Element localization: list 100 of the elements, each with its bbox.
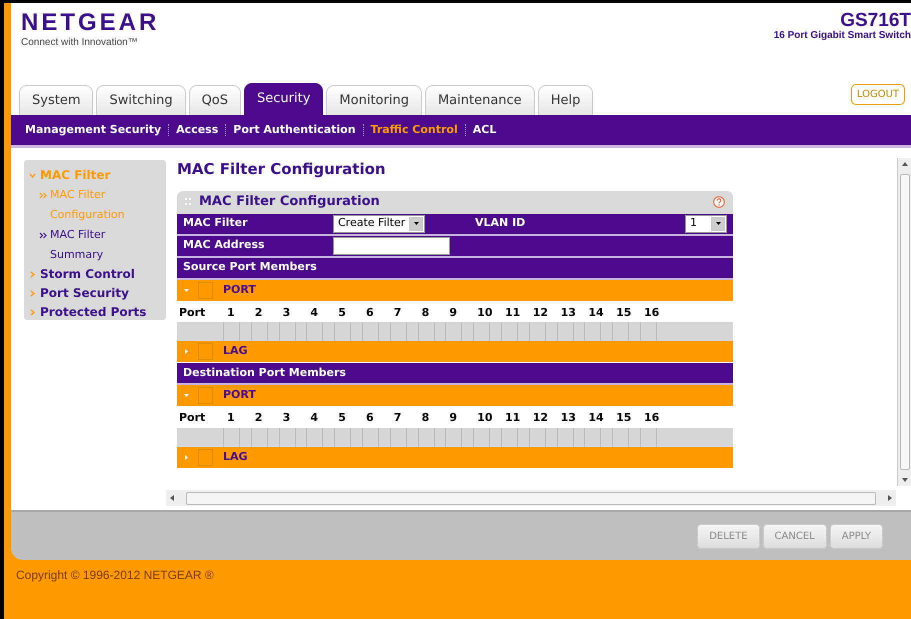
- port-number: 5: [337, 304, 347, 320]
- section-header: Source Port Members: [177, 258, 733, 280]
- vertical-scrollbar[interactable]: [897, 158, 911, 486]
- subnav-link[interactable]: Access: [176, 122, 218, 138]
- section-header: Destination Port Members: [177, 363, 733, 385]
- horizontal-scrollbar[interactable]: [166, 490, 896, 506]
- port-checkbox[interactable]: [278, 428, 296, 446]
- port-checkbox[interactable]: [223, 428, 240, 446]
- port-checkbox[interactable]: [528, 322, 546, 341]
- port-checkbox[interactable]: [500, 428, 518, 446]
- port-checkbox[interactable]: [640, 322, 657, 341]
- port-number: 1: [226, 410, 236, 426]
- port-checkbox[interactable]: [418, 428, 435, 446]
- sidebar-item[interactable]: Port Security: [40, 284, 129, 303]
- copyright-text: Copyright © 1996-2012 NETGEAR ®: [15, 567, 215, 584]
- port-checkbox[interactable]: [250, 322, 268, 341]
- sidebar-subitem[interactable]: MAC Filter Summary: [50, 225, 130, 265]
- subnav-link[interactable]: Port Authentication: [233, 122, 356, 138]
- port-number: 8: [420, 410, 430, 426]
- port-checkbox[interactable]: [584, 322, 602, 341]
- port-number: 7: [392, 304, 402, 320]
- port-number: 4: [309, 410, 320, 426]
- port-checkbox[interactable]: [390, 428, 407, 446]
- port-number: 6: [364, 410, 375, 426]
- subnav-link[interactable]: ACL: [472, 122, 496, 138]
- port-checkbox[interactable]: [250, 428, 268, 446]
- column-header: Port: [178, 410, 206, 426]
- port-checkbox[interactable]: [362, 428, 379, 446]
- nav-tab[interactable]: Monitoring: [326, 85, 422, 115]
- port-checkbox[interactable]: [584, 428, 602, 446]
- port-number: 6: [364, 304, 375, 320]
- dropdown-arrow-icon: [412, 220, 420, 227]
- filter-select[interactable]: Create Filter: [333, 214, 425, 232]
- port-checkbox[interactable]: [528, 428, 546, 446]
- port-checkbox[interactable]: [334, 428, 352, 446]
- port-checkbox[interactable]: [500, 322, 518, 341]
- double-chevron-icon: [39, 232, 47, 239]
- port-number: 5: [337, 410, 347, 426]
- port-checkbox[interactable]: [223, 322, 240, 341]
- port-number: 15: [615, 410, 632, 426]
- port-number: 13: [560, 304, 577, 320]
- nav-tab[interactable]: Security: [244, 83, 324, 115]
- group-header[interactable]: PORT: [177, 385, 733, 407]
- field-label: VLAN ID: [475, 215, 526, 232]
- port-number: 11: [504, 410, 522, 426]
- port-checkbox[interactable]: [445, 322, 462, 341]
- nav-tab[interactable]: Maintenance: [424, 85, 535, 115]
- port-number: 1: [226, 304, 236, 320]
- port-number: 15: [615, 304, 632, 320]
- select-all-checkbox[interactable]: [198, 387, 213, 404]
- tagline: Connect with Innovation™: [21, 36, 139, 50]
- port-number: 10: [476, 304, 494, 320]
- subnav-link[interactable]: Management Security: [25, 122, 162, 138]
- port-checkbox[interactable]: [556, 428, 574, 446]
- group-label: LAG: [223, 448, 248, 465]
- page-title: MAC Filter Configuration: [177, 159, 387, 180]
- group-header[interactable]: LAG: [177, 341, 733, 363]
- port-checkbox[interactable]: [640, 428, 657, 446]
- port-checkbox[interactable]: [390, 322, 407, 341]
- group-header[interactable]: PORT: [177, 280, 733, 302]
- port-number: 12: [532, 304, 550, 320]
- mac-address-field[interactable]: [333, 236, 450, 254]
- port-checkbox[interactable]: [334, 322, 352, 341]
- port-number: 4: [309, 304, 320, 320]
- port-checkbox[interactable]: [362, 322, 379, 341]
- port-number: 2: [254, 410, 264, 426]
- port-number: 8: [420, 304, 430, 320]
- subnav-link[interactable]: Traffic Control: [370, 122, 458, 138]
- nav-tab[interactable]: Switching: [96, 85, 186, 115]
- nav-tab[interactable]: Help: [538, 85, 594, 115]
- select-all-checkbox[interactable]: [198, 282, 213, 298]
- port-checkbox[interactable]: [445, 428, 462, 446]
- port-checkbox[interactable]: [473, 322, 490, 341]
- sidebar-item[interactable]: Storm Control: [40, 265, 135, 284]
- port-number: 3: [282, 304, 292, 320]
- vlan-select[interactable]: 1: [685, 214, 727, 232]
- sidebar-item[interactable]: Protected Ports: [40, 303, 146, 322]
- model-name: GS716T: [840, 11, 911, 31]
- port-checkbox[interactable]: [556, 322, 574, 341]
- grip-icon: [185, 197, 191, 207]
- select-all-checkbox[interactable]: [198, 448, 213, 466]
- port-checkbox[interactable]: [306, 322, 324, 341]
- port-number: 3: [282, 410, 292, 426]
- port-checkbox[interactable]: [612, 428, 630, 446]
- port-checkbox[interactable]: [418, 322, 435, 341]
- select-all-checkbox[interactable]: [198, 343, 213, 360]
- port-number: 2: [254, 304, 264, 320]
- help-icon[interactable]: [713, 196, 725, 208]
- port-checkbox[interactable]: [278, 322, 296, 341]
- port-number: 13: [560, 410, 577, 426]
- nav-tab[interactable]: QoS: [188, 85, 242, 115]
- port-checkbox[interactable]: [612, 322, 630, 341]
- dropdown-arrow-icon: [714, 220, 722, 227]
- port-checkbox[interactable]: [306, 428, 324, 446]
- group-header[interactable]: LAG: [177, 446, 733, 468]
- port-checkbox[interactable]: [473, 428, 490, 446]
- column-header: Port: [178, 304, 206, 320]
- port-number: 12: [532, 410, 550, 426]
- nav-tab[interactable]: System: [19, 85, 94, 115]
- port-number: 11: [504, 304, 522, 320]
